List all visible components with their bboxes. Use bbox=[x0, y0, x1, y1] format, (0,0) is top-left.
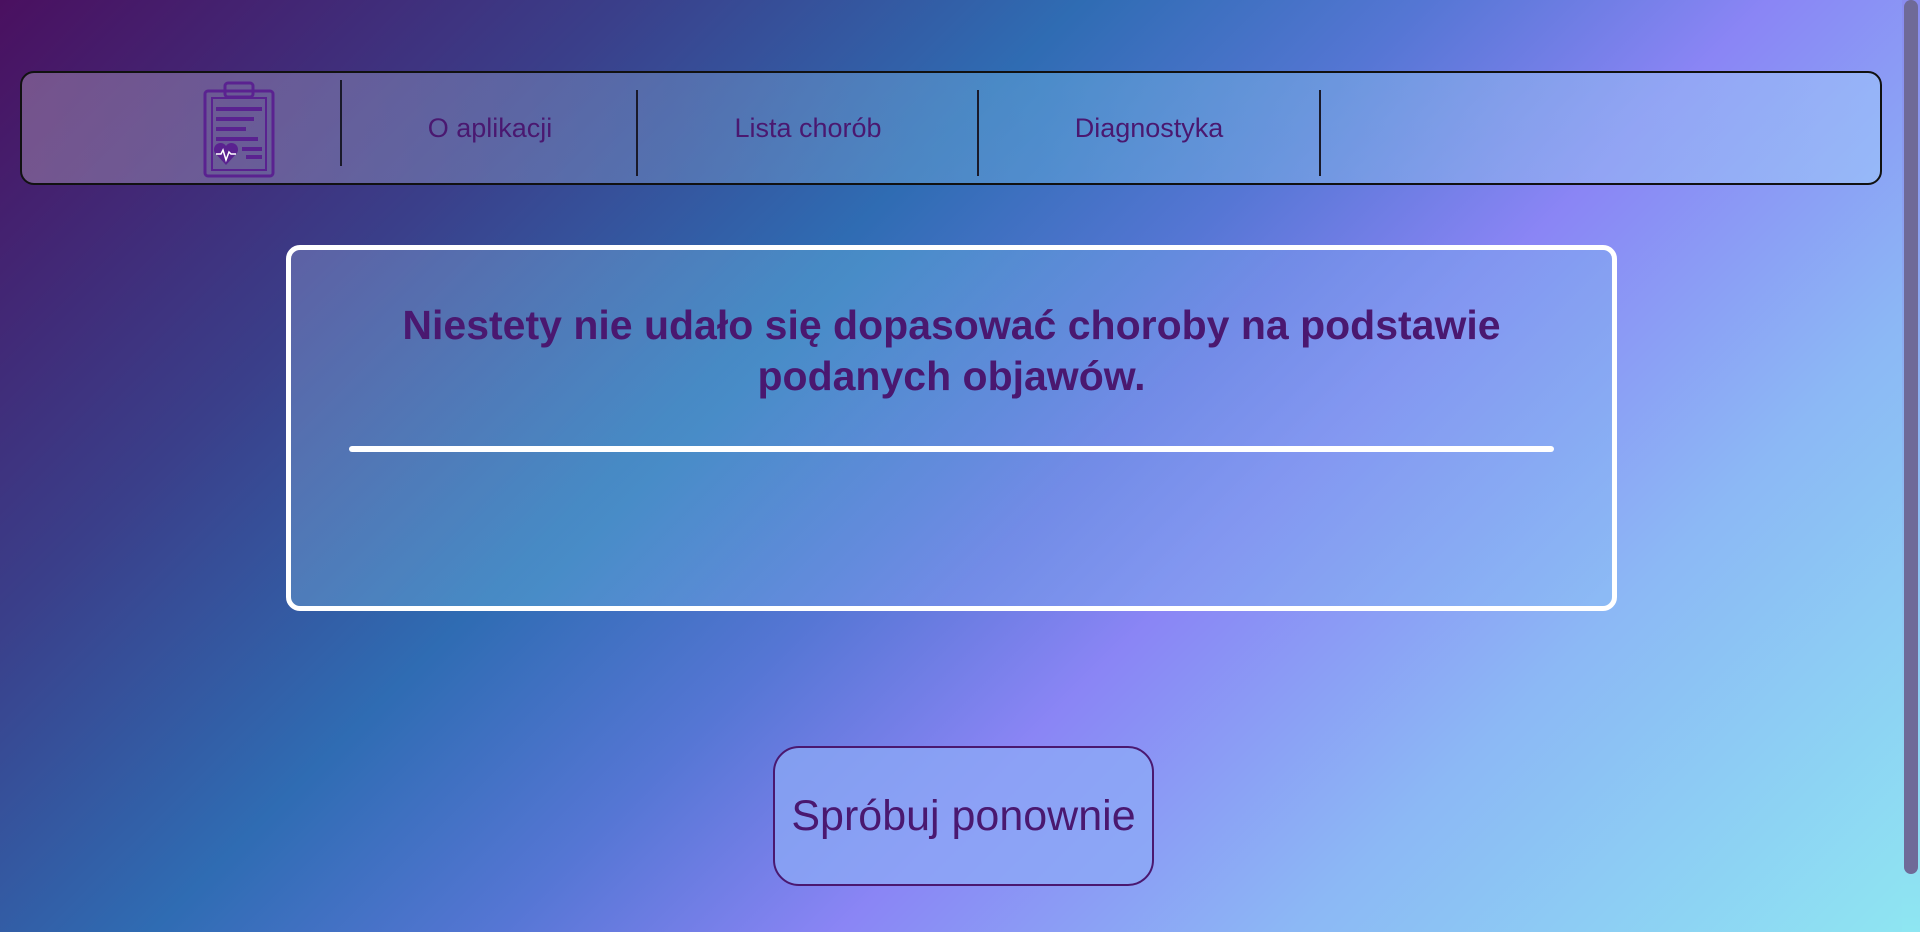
scrollbar-track[interactable] bbox=[1902, 0, 1920, 932]
scrollbar-thumb[interactable] bbox=[1904, 0, 1918, 874]
result-divider bbox=[349, 446, 1554, 452]
nav-separator bbox=[636, 90, 638, 176]
nav-link-about[interactable]: O aplikacji bbox=[344, 73, 636, 183]
result-card: Niestety nie udało się dopasować choroby… bbox=[286, 245, 1617, 611]
result-message: Niestety nie udało się dopasować choroby… bbox=[402, 302, 1501, 399]
nav-separator bbox=[977, 90, 979, 176]
navbar: O aplikacji Lista chorób Diagnostyka bbox=[20, 71, 1882, 185]
nav-separator bbox=[1319, 90, 1321, 176]
clipboard-heart-icon[interactable] bbox=[202, 81, 276, 179]
nav-link-diagnostics[interactable]: Diagnostyka bbox=[981, 73, 1317, 183]
retry-button[interactable]: Spróbuj ponownie bbox=[773, 746, 1154, 886]
nav-separator bbox=[340, 80, 342, 166]
nav-link-disease-list[interactable]: Lista chorób bbox=[640, 73, 976, 183]
